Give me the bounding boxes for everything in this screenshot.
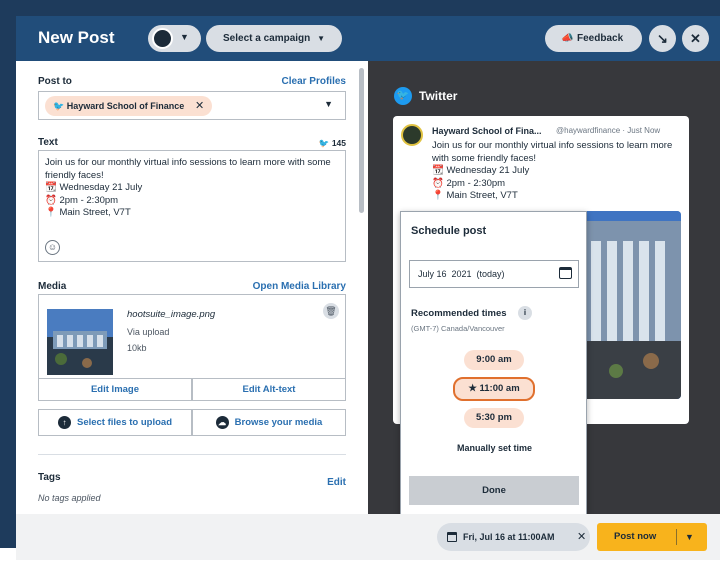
browse-media-button[interactable]: ☁ Browse your media — [192, 409, 346, 436]
media-source: Via upload — [127, 327, 170, 337]
scheduled-time-chip[interactable]: Fri, Jul 16 at 11:00AM ✕ — [437, 523, 590, 551]
manually-set-time-link[interactable]: Manually set time — [401, 443, 588, 453]
character-counter: 🐦 145 — [319, 138, 346, 149]
campaign-select-label: Select a campaign — [223, 33, 311, 44]
twitter-icon: 🐦 — [53, 101, 65, 111]
post-now-label: Post now — [614, 531, 657, 542]
arrow-diagonal-icon: ↘ — [657, 31, 668, 46]
megaphone-icon: 📣 — [561, 33, 574, 44]
edit-tags-link[interactable]: Edit — [327, 477, 346, 488]
tweet-handle: @haywardfinance · Just Now — [556, 126, 661, 135]
upload-icon: ↑ — [57, 416, 71, 429]
recommended-times-label: Recommended times — [411, 308, 507, 319]
feedback-button[interactable]: 📣 Feedback — [545, 25, 642, 52]
trash-icon: 🗑 — [325, 306, 337, 316]
schedule-date-input[interactable]: July 16 2021 (today) — [409, 260, 579, 288]
media-filename: hootsuite_image.png — [127, 309, 216, 320]
post-text-area[interactable]: Join us for our monthly virtual info ses… — [38, 150, 346, 262]
twitter-icon: 🐦 — [318, 138, 330, 148]
character-count: 145 — [331, 138, 346, 148]
divider — [38, 454, 346, 455]
composer-footer: Fri, Jul 16 at 11:00AM ✕ Post now ▼ — [16, 514, 720, 560]
compose-scrollbar[interactable] — [359, 68, 364, 213]
minimize-button[interactable]: ↘ — [649, 25, 676, 52]
calendar-icon[interactable] — [559, 267, 572, 279]
tweet-text: Join us for our monthly virtual info ses… — [432, 140, 673, 201]
clear-schedule-icon[interactable]: ✕ — [577, 523, 586, 551]
selected-time-label: 11:00 am — [479, 383, 520, 394]
select-files-label: Select files to upload — [76, 417, 173, 428]
account-switcher-button[interactable]: ▼ — [148, 25, 201, 52]
tweet-author: Hayward School of Fina... — [432, 126, 542, 136]
profile-chip-label: Hayward School of Finance — [66, 101, 185, 111]
post-to-label: Post to — [38, 76, 72, 87]
preview-network-header: 🐦 Twitter — [394, 87, 457, 105]
remove-profile-icon[interactable]: ✕ — [195, 96, 204, 116]
close-button[interactable]: ✕ — [682, 25, 709, 52]
select-files-button[interactable]: ↑ Select files to upload — [38, 409, 192, 436]
button-divider — [676, 529, 677, 545]
emoji-picker-button[interactable]: ☺ — [45, 240, 60, 255]
calendar-icon — [447, 532, 457, 542]
schedule-post-popover: Schedule post July 16 2021 (today) Recom… — [400, 211, 587, 516]
smiley-icon: ☺ — [47, 242, 58, 252]
media-label: Media — [38, 281, 67, 292]
media-thumbnail[interactable] — [47, 309, 113, 375]
browse-media-label: Browse your media — [234, 417, 323, 428]
schedule-title: Schedule post — [411, 225, 487, 237]
campaign-select-button[interactable]: Select a campaign ▼ — [206, 25, 342, 52]
edit-image-button[interactable]: Edit Image — [38, 378, 192, 401]
timezone-text: (GMT-7) Canada/Vancouver — [411, 324, 505, 333]
done-button[interactable]: Done — [409, 476, 579, 505]
page-title: New Post — [38, 28, 115, 47]
info-icon[interactable]: i — [518, 306, 532, 320]
chevron-down-icon: ▼ — [180, 32, 189, 42]
text-label: Text — [38, 137, 58, 148]
schedule-date-value: July 16 2021 (today) — [418, 269, 505, 279]
open-media-library-link[interactable]: Open Media Library — [253, 281, 346, 292]
profile-selector[interactable]: 🐦 Hayward School of Finance ✕ ▼ — [38, 91, 346, 120]
account-avatar — [152, 28, 173, 49]
twitter-icon: 🐦 — [394, 87, 412, 105]
edit-alt-text-button[interactable]: Edit Alt-text — [192, 378, 346, 401]
clear-profiles-link[interactable]: Clear Profiles — [282, 76, 346, 87]
scheduled-time-label: Fri, Jul 16 at 11:00AM — [463, 532, 555, 542]
close-icon: ✕ — [690, 31, 701, 46]
tags-empty-text: No tags applied — [38, 493, 101, 503]
compose-pane: Post to Clear Profiles 🐦 Hayward School … — [16, 61, 368, 514]
recommended-time-option[interactable]: 9:00 am — [464, 350, 524, 370]
star-icon: ★ — [468, 383, 477, 394]
composer-header: New Post ▼ Select a campaign ▼ 📣 Feedbac… — [16, 16, 720, 61]
recommended-time-option-selected[interactable]: ★ 11:00 am — [453, 377, 535, 401]
recommended-time-option[interactable]: 5:30 pm — [464, 408, 524, 428]
avatar — [401, 124, 423, 146]
compose-window: New Post ▼ Select a campaign ▼ 📣 Feedbac… — [0, 0, 720, 564]
chevron-down-icon[interactable]: ▼ — [685, 523, 694, 551]
chevron-down-icon: ▼ — [317, 34, 325, 43]
feedback-label: Feedback — [577, 33, 624, 44]
post-now-button[interactable]: Post now ▼ — [597, 523, 707, 551]
media-size: 10kb — [127, 343, 147, 353]
preview-network-label: Twitter — [419, 89, 458, 103]
profile-chip: 🐦 Hayward School of Finance ✕ — [45, 96, 213, 116]
cloud-upload-icon: ☁ — [215, 416, 229, 429]
building-photo — [47, 309, 113, 375]
post-text-content: Join us for our monthly virtual info ses… — [45, 157, 331, 218]
tags-label: Tags — [38, 472, 61, 483]
chevron-down-icon[interactable]: ▼ — [324, 99, 333, 109]
delete-media-button[interactable]: 🗑 — [323, 303, 339, 319]
